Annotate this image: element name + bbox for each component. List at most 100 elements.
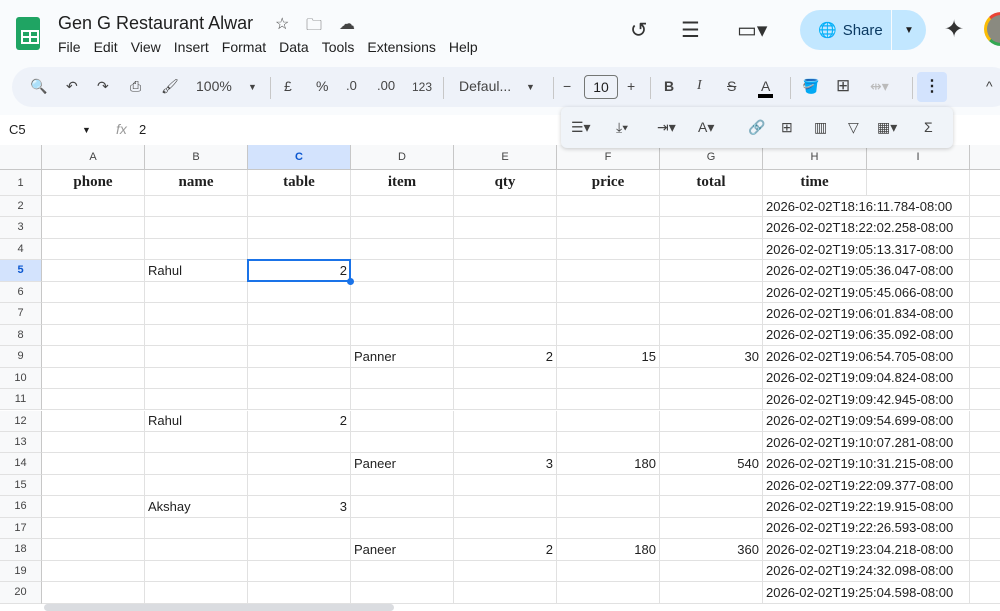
table-cell[interactable] <box>42 496 145 518</box>
row-header[interactable]: 20 <box>0 582 42 604</box>
table-cell[interactable] <box>351 496 454 518</box>
table-cell[interactable] <box>660 217 763 239</box>
table-cell[interactable]: 3 <box>248 496 351 518</box>
version-history-icon[interactable]: ↺ <box>630 18 648 43</box>
table-cell[interactable] <box>248 517 351 540</box>
row-header[interactable]: 19 <box>0 560 42 583</box>
meet-video-icon[interactable]: ▭▾ <box>737 18 767 43</box>
row-header[interactable]: 14 <box>0 453 42 475</box>
row-header[interactable]: 4 <box>0 238 42 261</box>
table-cell[interactable] <box>557 517 660 540</box>
column-title-cell[interactable]: name <box>145 170 248 196</box>
table-cell[interactable] <box>970 582 1000 604</box>
table-cell[interactable] <box>660 474 763 497</box>
table-cell[interactable]: 2026-02-02T19:06:01.834-08:00 <box>763 303 953 325</box>
table-cell[interactable]: 2 <box>454 346 557 368</box>
horizontal-align-icon[interactable]: ☰▾ <box>571 119 591 136</box>
table-cell[interactable] <box>248 367 351 390</box>
row-header[interactable]: 9 <box>0 346 42 368</box>
table-cell[interactable] <box>145 539 248 561</box>
row-header[interactable]: 5 <box>0 260 42 282</box>
row-header[interactable]: 18 <box>0 539 42 561</box>
text-rotation-icon[interactable]: A▾ <box>698 119 714 136</box>
table-cell[interactable]: 2026-02-02T19:09:42.945-08:00 <box>763 389 953 411</box>
column-title-cell[interactable]: table <box>248 170 351 196</box>
table-cell[interactable] <box>454 431 557 454</box>
table-cell[interactable] <box>42 346 145 368</box>
table-cell[interactable] <box>145 582 248 604</box>
table-cell[interactable] <box>660 367 763 390</box>
table-cell[interactable] <box>351 260 454 282</box>
column-title-cell[interactable] <box>867 170 970 196</box>
menu-tools[interactable]: Tools <box>322 39 355 55</box>
table-cell[interactable] <box>42 196 145 218</box>
table-cell[interactable]: 2026-02-02T19:24:32.098-08:00 <box>763 561 953 583</box>
percent-button[interactable]: % <box>316 78 328 94</box>
decrease-decimal-button[interactable]: .0 <box>346 78 357 93</box>
table-cell[interactable] <box>660 410 763 432</box>
font-select[interactable]: Defaul... <box>459 78 511 94</box>
table-cell[interactable] <box>351 517 454 540</box>
table-cell[interactable] <box>454 496 557 518</box>
table-cell[interactable]: 2026-02-02T19:09:04.824-08:00 <box>763 368 953 390</box>
table-cell[interactable] <box>557 238 660 261</box>
table-cell[interactable] <box>42 539 145 561</box>
table-cell[interactable] <box>454 517 557 540</box>
select-all-corner[interactable] <box>0 145 42 170</box>
table-cell[interactable]: 360 <box>660 539 763 561</box>
increase-font-size-icon[interactable]: + <box>627 78 635 94</box>
table-cell[interactable] <box>351 324 454 347</box>
table-cell[interactable] <box>557 431 660 454</box>
strikethrough-icon[interactable]: S <box>727 78 736 94</box>
table-cell[interactable] <box>557 281 660 304</box>
table-cell[interactable] <box>970 432 1000 454</box>
table-cell[interactable] <box>970 282 1000 304</box>
more-options-button[interactable]: ⋮ <box>917 72 947 102</box>
italic-icon[interactable]: I <box>697 78 702 94</box>
row-header[interactable]: 7 <box>0 303 42 325</box>
table-cell[interactable] <box>351 281 454 304</box>
functions-icon[interactable]: Σ <box>924 119 933 135</box>
column-header-f[interactable]: F <box>557 145 660 170</box>
table-cell[interactable] <box>970 561 1000 583</box>
menu-file[interactable]: File <box>58 39 81 55</box>
table-cell[interactable] <box>42 238 145 261</box>
undo-icon[interactable]: ↶ <box>66 78 78 95</box>
table-cell[interactable]: 3 <box>454 453 557 475</box>
row-header[interactable]: 11 <box>0 389 42 411</box>
insert-chart-icon[interactable]: ▥ <box>814 119 827 136</box>
table-cell[interactable] <box>351 389 454 411</box>
avatar[interactable] <box>984 12 1000 46</box>
share-button[interactable]: 🌐 Share ▼ <box>800 10 926 50</box>
table-cell[interactable] <box>145 453 248 475</box>
table-cell[interactable] <box>248 324 351 347</box>
row-header[interactable]: 8 <box>0 324 42 347</box>
table-cell[interactable] <box>660 496 763 518</box>
table-cell[interactable] <box>145 367 248 390</box>
insert-comment-icon[interactable]: ⊞ <box>781 119 793 136</box>
table-cell[interactable] <box>557 196 660 218</box>
table-cell[interactable] <box>145 517 248 540</box>
table-cell[interactable] <box>660 238 763 261</box>
table-cell[interactable] <box>145 389 248 411</box>
table-cell[interactable] <box>145 474 248 497</box>
table-cell[interactable] <box>351 474 454 497</box>
table-cell[interactable]: 540 <box>660 453 763 475</box>
table-cell[interactable] <box>557 217 660 239</box>
table-cell[interactable] <box>970 196 1000 218</box>
share-dropdown-icon[interactable]: ▼ <box>892 25 926 36</box>
table-cell[interactable] <box>660 517 763 540</box>
table-cell[interactable]: 2026-02-02T19:05:45.066-08:00 <box>763 282 953 304</box>
table-cell[interactable]: 2026-02-02T19:22:26.593-08:00 <box>763 518 953 540</box>
gemini-icon[interactable]: ✦ <box>944 15 964 44</box>
table-cell[interactable] <box>970 518 1000 540</box>
table-cell[interactable]: 2026-02-02T19:22:09.377-08:00 <box>763 475 953 497</box>
table-cell[interactable] <box>454 367 557 390</box>
redo-icon[interactable]: ↷ <box>97 78 109 95</box>
table-cell[interactable]: 2026-02-02T19:05:13.317-08:00 <box>763 239 953 261</box>
table-cell[interactable] <box>42 410 145 432</box>
table-cell[interactable] <box>454 410 557 432</box>
table-cell[interactable] <box>145 324 248 347</box>
paint-format-icon[interactable]: 🖌 <box>161 78 179 95</box>
table-cell[interactable] <box>454 324 557 347</box>
